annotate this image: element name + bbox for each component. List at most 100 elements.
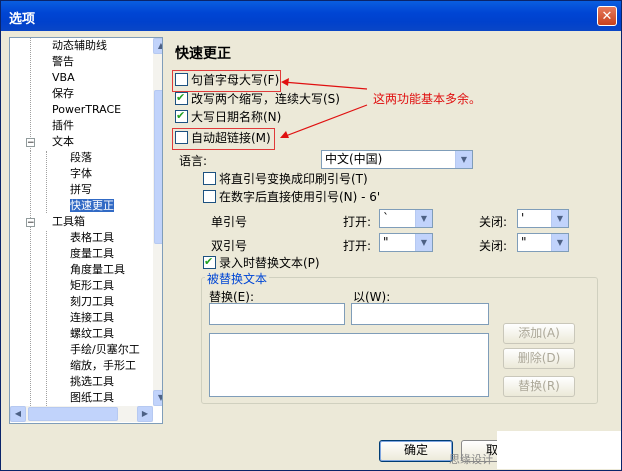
chevron-down-icon[interactable]: ▼ (415, 210, 432, 227)
tree-item[interactable]: 缩放，手形工 (70, 358, 136, 374)
tree-item-label: 保存 (52, 87, 74, 100)
tree-item[interactable]: 保存 (52, 86, 74, 102)
with-input[interactable] (351, 303, 489, 325)
close-icon[interactable]: ✕ (597, 6, 617, 26)
checkbox-box[interactable] (175, 90, 188, 106)
capitalize-first-checkbox[interactable]: 句首字母大写(F) (175, 72, 279, 88)
tree-horizontal-scrollbar[interactable]: ◀ ▶ (10, 406, 153, 422)
tree-item-label: 角度量工具 (70, 263, 125, 276)
watermark-logo (497, 431, 621, 469)
single-open-value: ` (383, 211, 389, 225)
scroll-down-icon[interactable]: ▼ (153, 390, 162, 406)
title-bar: 选项 ✕ (1, 1, 621, 31)
chevron-down-icon[interactable]: ▼ (455, 151, 472, 168)
tree-item[interactable]: 螺纹工具 (70, 326, 114, 342)
scroll-thumb[interactable] (28, 407, 118, 421)
numbers-quotes-checkbox[interactable]: 在数字后直接使用引号(N) - 6' (203, 189, 380, 205)
delete-button[interactable]: 删除(D) (503, 348, 575, 369)
replace-as-type-checkbox[interactable]: 录入时替换文本(P) (203, 254, 320, 271)
tree-item[interactable]: 刻刀工具 (70, 294, 114, 310)
add-button[interactable]: 添加(A) (503, 323, 575, 344)
collapse-icon[interactable]: − (26, 218, 35, 228)
checkbox-box[interactable] (175, 73, 188, 86)
tree-item-label: 矩形工具 (70, 279, 114, 292)
tree-item[interactable]: 挑选工具 (70, 374, 114, 390)
tree-item[interactable]: 插件 (52, 118, 74, 134)
tree-item[interactable]: 矩形工具 (70, 278, 114, 294)
tree-item[interactable]: PowerTRACE (52, 102, 121, 118)
checkbox-label: 将直引号变换成印刷引号(T) (219, 172, 368, 186)
double-close-select[interactable]: " ▼ (517, 233, 569, 252)
annotation-arrows (280, 78, 368, 138)
double-close-label: 关闭: (479, 239, 508, 253)
tree-item-selected[interactable]: 快速更正 (70, 198, 114, 214)
tree-item[interactable]: 段落 (70, 150, 92, 166)
tree-item-label: 手绘/贝塞尔工 (70, 343, 140, 356)
single-close-label: 关闭: (479, 215, 508, 229)
tree-item-label: 快速更正 (70, 199, 114, 212)
ok-button[interactable]: 确定 (379, 440, 453, 462)
tree-item[interactable]: 拼写 (70, 182, 92, 198)
scroll-thumb[interactable] (154, 90, 162, 244)
group-title: 被替换文本 (205, 270, 270, 287)
checkbox-box[interactable] (203, 172, 216, 185)
chevron-down-icon[interactable]: ▼ (415, 234, 432, 251)
double-open-value: " (383, 235, 389, 249)
tree-item[interactable]: 手绘/贝塞尔工 (70, 342, 140, 358)
language-select[interactable]: 中文(中国) ▼ (321, 150, 473, 169)
tree-item-label: 插件 (52, 119, 74, 132)
checkbox-label: 自动超链接(M) (191, 131, 271, 145)
replace-input[interactable] (209, 303, 345, 325)
tree-item-label: 工具箱 (52, 215, 85, 228)
replace-button[interactable]: 替换(R) (503, 376, 575, 397)
checkbox-label: 录入时替换文本(P) (219, 256, 320, 270)
chevron-down-icon[interactable]: ▼ (551, 210, 568, 227)
tree-vertical-scrollbar[interactable]: ▲ ▼ (153, 38, 162, 406)
tree-item-label: 连接工具 (70, 311, 114, 324)
tree-item-label: 图纸工具 (70, 391, 114, 404)
annotation-text: 这两功能基本多余。 (373, 92, 482, 106)
checkbox-box[interactable] (175, 131, 188, 144)
tree-item[interactable]: 度量工具 (70, 246, 114, 262)
tree-item[interactable]: 连接工具 (70, 310, 114, 326)
capitalize-days-checkbox[interactable]: 大写日期名称(N) (175, 108, 281, 125)
tree-item[interactable]: 角度量工具 (70, 262, 125, 278)
tree-item[interactable]: 表格工具 (70, 230, 114, 246)
typographic-quotes-checkbox[interactable]: 将直引号变换成印刷引号(T) (203, 171, 368, 187)
single-close-select[interactable]: ' ▼ (517, 209, 569, 228)
tree-item-text[interactable]: 文本 (52, 134, 74, 150)
options-dialog: 选项 ✕ 动态辅助线 警告 VBA 保存 PowerTRACE 插件 − 文本 … (0, 0, 622, 471)
single-open-select[interactable]: ` ▼ (379, 209, 433, 228)
annotation-arrow (282, 81, 368, 90)
scroll-up-icon[interactable]: ▲ (153, 38, 162, 54)
tree-item-label: 文本 (52, 135, 74, 148)
scroll-left-icon[interactable]: ◀ (10, 406, 26, 422)
checkbox-box[interactable] (203, 254, 216, 270)
arrowhead-icon (280, 131, 289, 138)
chevron-down-icon[interactable]: ▼ (551, 234, 568, 251)
tree-guide (46, 231, 47, 406)
tree-guide (46, 151, 47, 213)
tree-item-label: 字体 (70, 167, 92, 180)
double-open-select[interactable]: " ▼ (379, 233, 433, 252)
language-label: 语言: (179, 154, 208, 168)
tree-item-label: 挑选工具 (70, 375, 114, 388)
tree-item-label: 刻刀工具 (70, 295, 114, 308)
tree-item-label: VBA (52, 71, 75, 84)
tree-guide (30, 151, 31, 406)
tree-item[interactable]: 动态辅助线 (52, 38, 107, 54)
tree-item[interactable]: 警告 (52, 54, 74, 70)
checkbox-box[interactable] (175, 108, 188, 124)
tree-item[interactable]: VBA (52, 70, 75, 86)
tree-item[interactable]: 图纸工具 (70, 390, 114, 406)
tree-item-toolbox[interactable]: 工具箱 (52, 214, 85, 230)
tree-item[interactable]: 字体 (70, 166, 92, 182)
auto-hyperlink-checkbox[interactable]: 自动超链接(M) (175, 130, 271, 146)
replacement-list[interactable] (209, 333, 489, 397)
scroll-right-icon[interactable]: ▶ (137, 406, 153, 422)
annotation-arrow (282, 104, 368, 138)
tree-guide (30, 38, 31, 151)
arrowhead-icon (281, 78, 289, 86)
collapse-icon[interactable]: − (26, 138, 35, 148)
checkbox-box[interactable] (203, 190, 216, 203)
